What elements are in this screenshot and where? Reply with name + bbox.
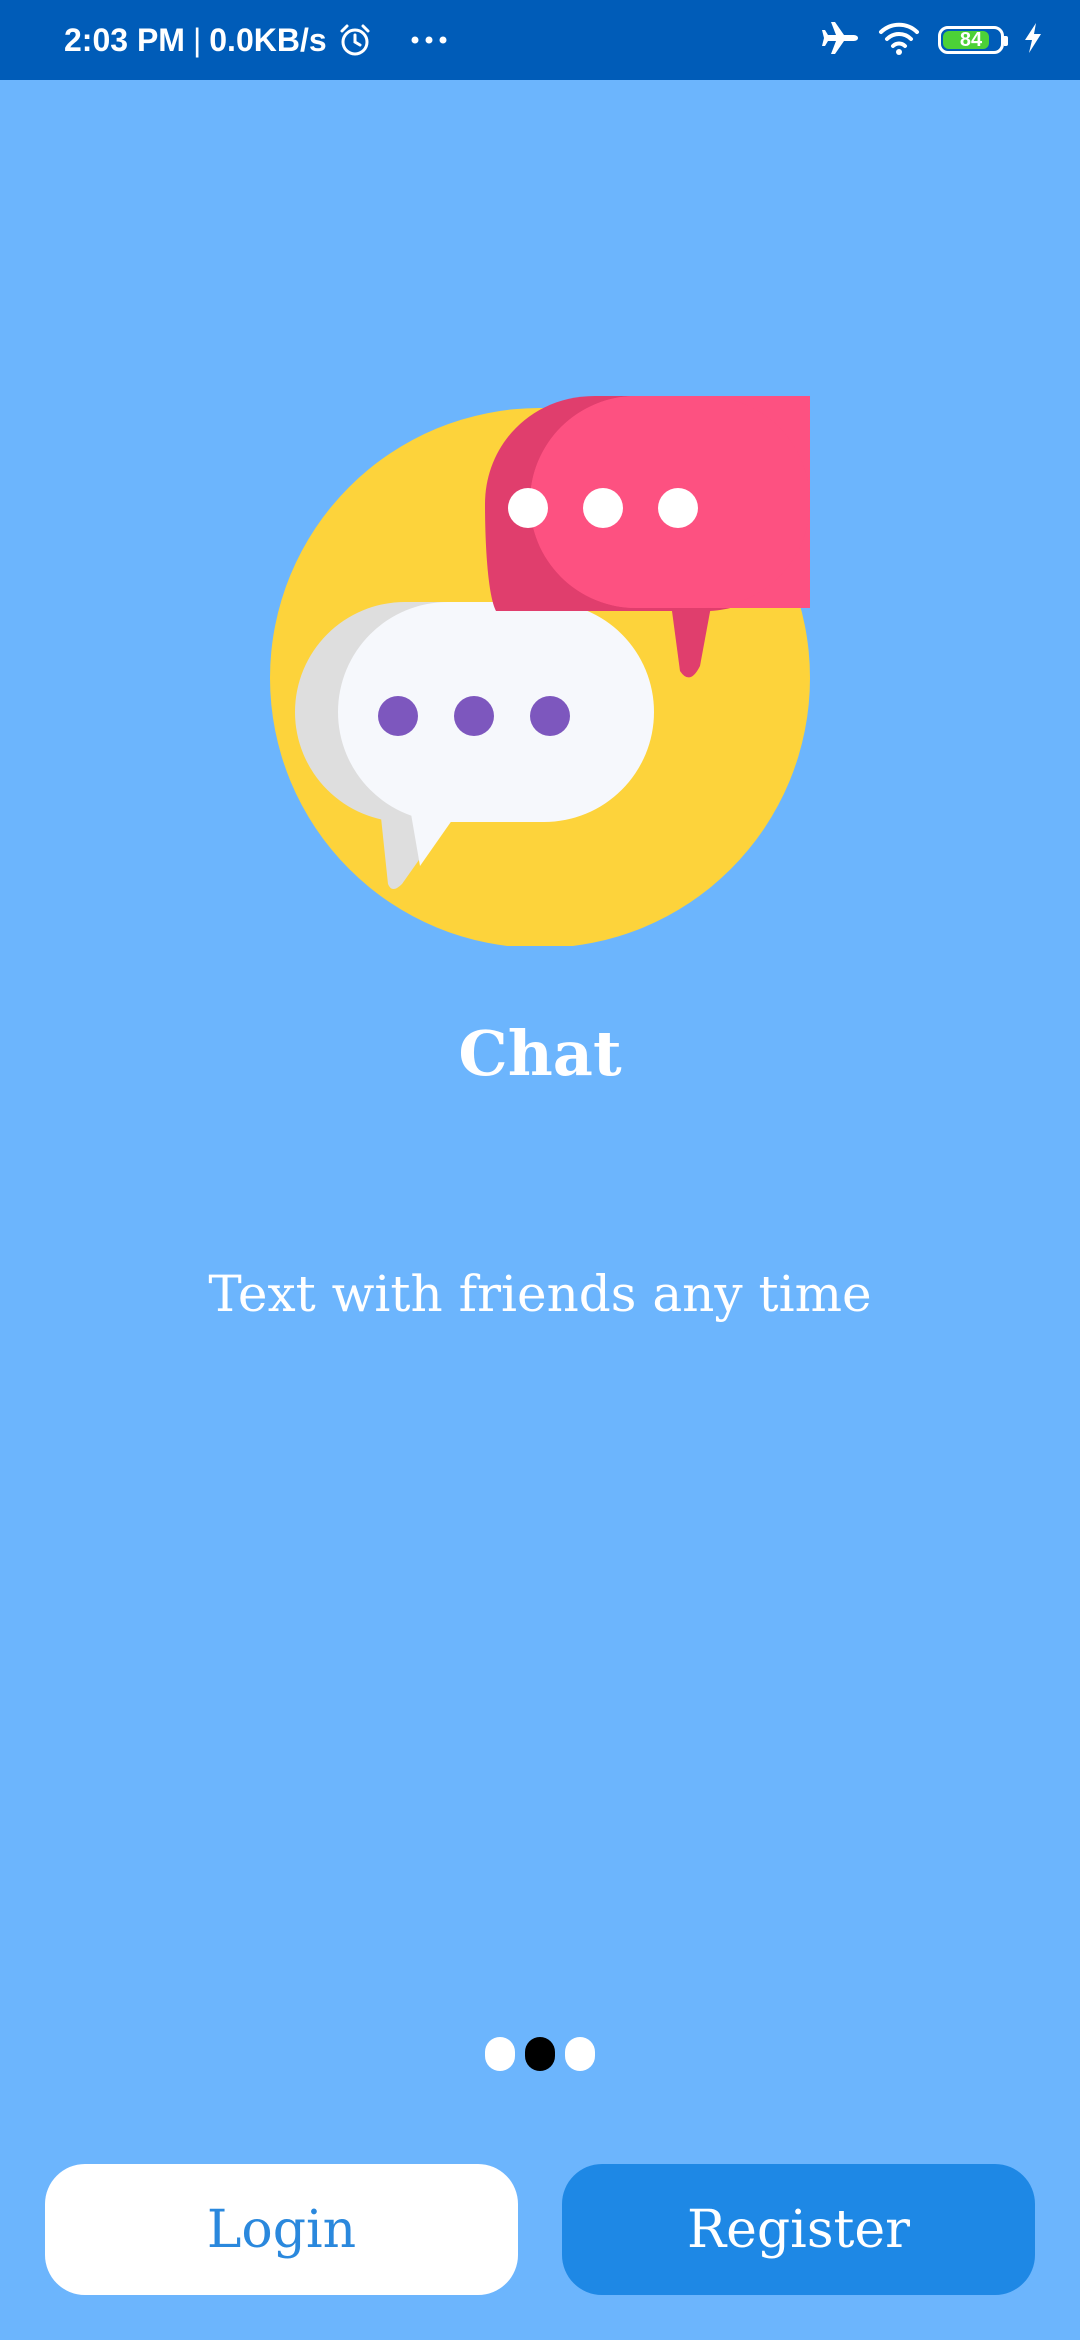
page-indicator <box>0 2037 1080 2071</box>
wifi-icon <box>878 20 920 61</box>
status-separator: | <box>192 21 202 58</box>
battery-icon: 84 <box>938 26 1008 54</box>
register-button-label: Register <box>686 2199 911 2260</box>
battery-nub <box>1004 36 1008 46</box>
charging-icon <box>1022 22 1044 59</box>
chat-bubbles-illustration <box>270 396 810 946</box>
page-dot-1[interactable] <box>485 2037 515 2071</box>
battery-level: 84 <box>959 28 983 51</box>
login-button[interactable]: Login <box>45 2164 518 2295</box>
status-bar: 2:03 PM | 0.0KB/s 84 <box>0 0 1080 80</box>
page-dot-2-active[interactable] <box>525 2037 555 2071</box>
status-left: 2:03 PM | 0.0KB/s <box>64 0 449 80</box>
onboarding-title: Chat <box>458 1017 622 1090</box>
page-dot-3[interactable] <box>565 2037 595 2071</box>
login-button-label: Login <box>206 2199 357 2260</box>
status-time: 2:03 PM <box>64 21 185 58</box>
status-right: 84 <box>820 0 1044 80</box>
alarm-icon <box>337 22 373 58</box>
network-speed: 0.0KB/s <box>209 21 327 58</box>
welcome-screen: 2:03 PM | 0.0KB/s 84 Chat Text with frie… <box>0 0 1080 2340</box>
register-button[interactable]: Register <box>562 2164 1035 2295</box>
more-dots-icon <box>409 34 449 46</box>
onboarding-subtitle: Text with friends any time <box>208 1265 872 1323</box>
airplane-mode-icon <box>820 18 860 63</box>
